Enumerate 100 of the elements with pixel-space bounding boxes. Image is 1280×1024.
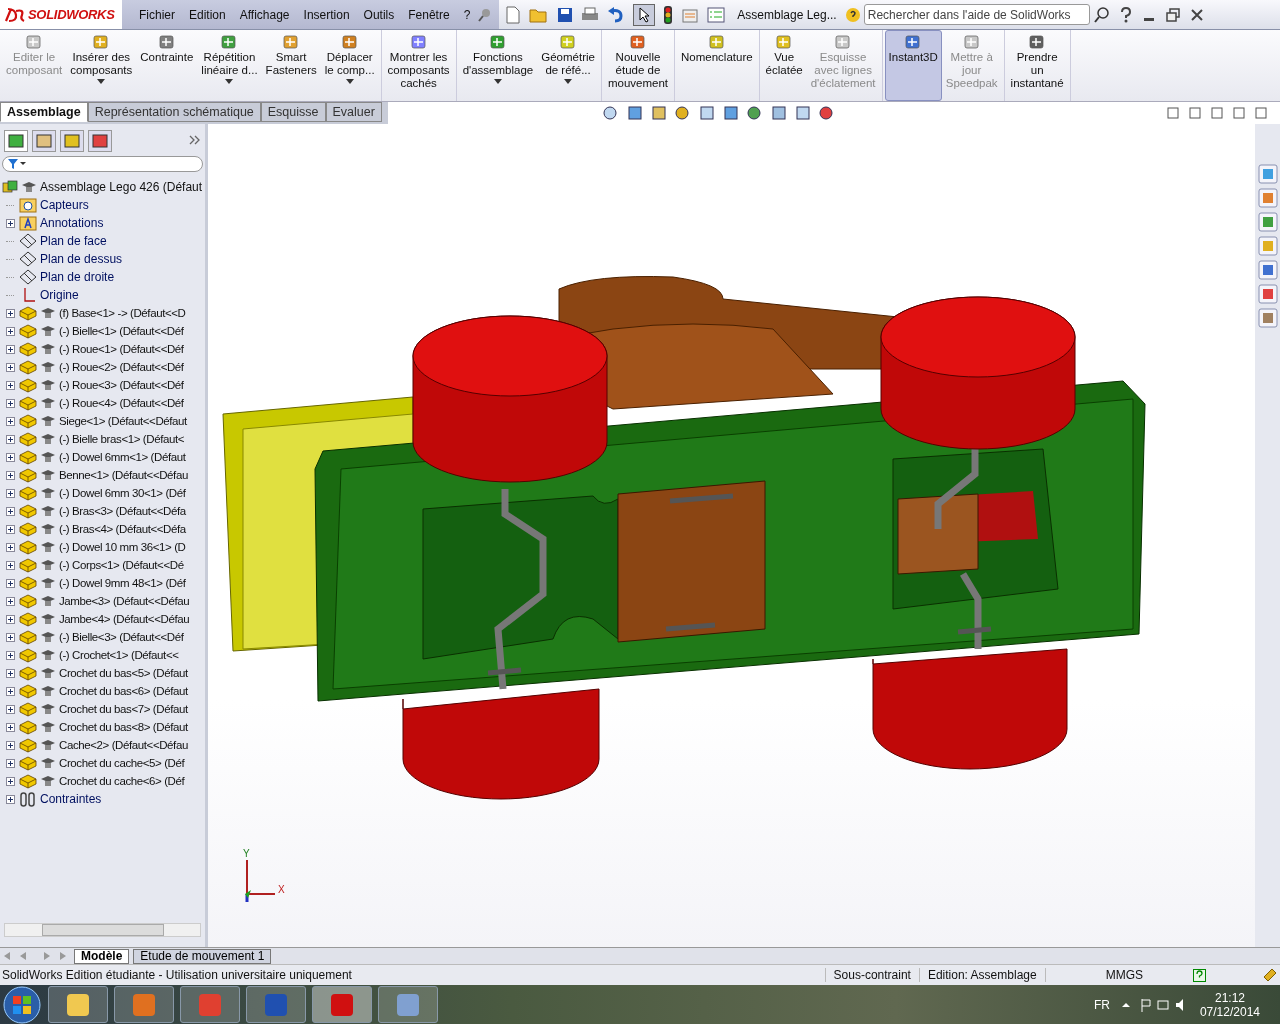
tree-item[interactable]: Cache<2> (Défaut<<Défau — [0, 736, 205, 754]
expand-icon[interactable] — [5, 632, 15, 642]
expand-icon[interactable] — [5, 704, 15, 714]
task-pane-tab-icon[interactable] — [1257, 284, 1278, 304]
tree-item[interactable]: Origine — [0, 286, 205, 304]
tree-item[interactable]: Crochet du bas<5> (Défaut — [0, 664, 205, 682]
view-tool-icon[interactable] — [770, 105, 788, 121]
caret-icon[interactable] — [345, 79, 354, 84]
task-pane-tab-icon[interactable] — [1257, 212, 1278, 232]
tag-icon[interactable] — [1262, 967, 1278, 983]
tree-item[interactable]: (-) Roue<4> (Défaut<<Déf — [0, 394, 205, 412]
tree-item[interactable]: (-) Crochet<1> (Défaut<< — [0, 646, 205, 664]
tree-item[interactable]: (-) Roue<3> (Défaut<<Déf — [0, 376, 205, 394]
expand-icon[interactable] — [5, 344, 15, 354]
help-icon[interactable] — [1193, 968, 1206, 982]
tree-item[interactable]: (f) Base<1> -> (Défaut<<D — [0, 304, 205, 322]
expand-icon[interactable] — [5, 488, 15, 498]
command-tab[interactable]: Représentation schématique — [87, 102, 261, 122]
panel-tab-icon[interactable] — [60, 130, 84, 152]
view-tool-icon[interactable] — [650, 105, 668, 121]
expand-icon[interactable] — [5, 398, 15, 408]
expand-icon[interactable] — [5, 362, 15, 372]
tree-item[interactable]: Crochet du bas<6> (Défaut — [0, 682, 205, 700]
tree-item[interactable]: (-) Dowel 6mm<1> (Défaut — [0, 448, 205, 466]
help-icon[interactable] — [1118, 6, 1133, 23]
expand-icon[interactable] — [5, 794, 15, 804]
command-tab[interactable]: Assemblage — [0, 102, 88, 122]
caret-icon[interactable] — [493, 79, 502, 84]
select-button[interactable] — [633, 3, 656, 26]
tree-item[interactable]: (-) Bielle<1> (Défaut<<Déf — [0, 322, 205, 340]
view-tool-icon[interactable] — [626, 105, 644, 121]
task-pane-tab-icon[interactable] — [1257, 164, 1278, 184]
tree-item[interactable]: (-) Dowel 9mm 48<1> (Déf — [0, 574, 205, 592]
tree-item[interactable]: Crochet du cache<5> (Déf — [0, 754, 205, 772]
expand-icon[interactable] — [5, 416, 15, 426]
expand-icon[interactable] — [5, 578, 15, 588]
view-tool-icon[interactable] — [818, 105, 836, 121]
tree-item[interactable]: Benne<1> (Défaut<<Défau — [0, 466, 205, 484]
ribbon-button[interactable]: Montrer les composants cachés — [383, 30, 454, 101]
task-pane-tab-icon[interactable] — [1257, 308, 1278, 328]
search-icon[interactable] — [1092, 5, 1111, 24]
tree-item[interactable]: Plan de face — [0, 232, 205, 250]
expand-icon[interactable] — [5, 524, 15, 534]
command-tab[interactable]: Evaluer — [325, 102, 382, 122]
expand-icon[interactable] — [5, 542, 15, 552]
expand-icon[interactable] — [5, 308, 15, 318]
tree-item[interactable]: (-) Bras<3> (Défaut<<Défa — [0, 502, 205, 520]
help-bubble-icon[interactable] — [844, 6, 861, 23]
tree-item[interactable]: (-) Dowel 6mm 30<1> (Déf — [0, 484, 205, 502]
panel-tab-icon[interactable] — [32, 130, 56, 152]
new-document-icon[interactable] — [505, 5, 522, 24]
expand-icon[interactable] — [5, 380, 15, 390]
menu-item[interactable]: ? — [456, 7, 478, 22]
save-icon[interactable] — [557, 6, 574, 23]
search-field[interactable]: Rechercher dans l'aide de SolidWorks — [863, 4, 1090, 25]
tree-item[interactable]: Siege<1> (Défaut<<Défaut — [0, 412, 205, 430]
filter-field[interactable] — [2, 156, 203, 172]
filter-icon[interactable] — [7, 158, 27, 170]
horizontal-scrollbar[interactable] — [4, 923, 201, 937]
expand-icon[interactable] — [5, 452, 15, 462]
tree-item[interactable]: Jambe<4> (Défaut<<Défau — [0, 610, 205, 628]
tree-item[interactable]: (-) Roue<1> (Défaut<<Déf — [0, 340, 205, 358]
expand-icon[interactable] — [5, 596, 15, 606]
ribbon-button[interactable]: Instant3D — [884, 30, 942, 101]
tree-item[interactable]: (-) Roue<2> (Défaut<<Déf — [0, 358, 205, 376]
caret-icon[interactable] — [564, 79, 573, 84]
tree-item[interactable]: Crochet du bas<7> (Défaut — [0, 700, 205, 718]
ribbon-button[interactable]: Prendre un instantané — [1006, 30, 1068, 101]
expand-icon[interactable] — [5, 776, 15, 786]
expand-icon[interactable] — [5, 722, 15, 732]
tree-item[interactable]: Assemblage Lego 426 (Défaut — [0, 178, 205, 196]
menu-item[interactable]: Edition — [182, 7, 233, 22]
tree-item[interactable]: Capteurs — [0, 196, 205, 214]
model-tab[interactable]: Modèle — [74, 948, 130, 964]
expand-icon[interactable] — [5, 740, 15, 750]
expand-icon[interactable] — [5, 650, 15, 660]
tree-item[interactable]: (-) Bielle<3> (Défaut<<Déf — [0, 628, 205, 646]
tree-item[interactable]: (-) Corps<1> (Défaut<<Dé — [0, 556, 205, 574]
expand-icon[interactable] — [5, 506, 15, 516]
command-tab[interactable]: Esquisse — [260, 102, 326, 122]
checklist-icon[interactable] — [707, 6, 726, 23]
tree-item[interactable]: Crochet du cache<6> (Déf — [0, 772, 205, 790]
tree-item[interactable]: (-) Bras<4> (Défaut<<Défa — [0, 520, 205, 538]
ribbon-button[interactable]: Fonctions d'assemblage — [458, 30, 538, 101]
tree-item[interactable]: Jambe<3> (Défaut<<Défau — [0, 592, 205, 610]
view-tool-icon[interactable] — [674, 105, 692, 121]
ribbon-button[interactable]: Contrainte — [136, 30, 198, 101]
language-indicator[interactable]: FR — [1093, 997, 1110, 1012]
expand-icon[interactable] — [5, 434, 15, 444]
ribbon-button[interactable]: Smart Fasteners — [261, 30, 321, 101]
expand-icon[interactable] — [5, 560, 15, 570]
ribbon-button[interactable]: Nouvelle étude de mouvement — [603, 30, 672, 101]
expand-icon[interactable] — [5, 218, 15, 228]
ribbon-button[interactable]: Vue éclatée — [761, 30, 807, 101]
tree-item[interactable]: Plan de droite — [0, 268, 205, 286]
task-pane-tab-icon[interactable] — [1257, 260, 1278, 280]
close-icon[interactable] — [1188, 6, 1205, 23]
menu-item[interactable]: Insertion — [296, 7, 357, 22]
taskbar-app-button[interactable] — [246, 986, 306, 1023]
menu-item[interactable]: Fenêtre — [401, 7, 457, 22]
